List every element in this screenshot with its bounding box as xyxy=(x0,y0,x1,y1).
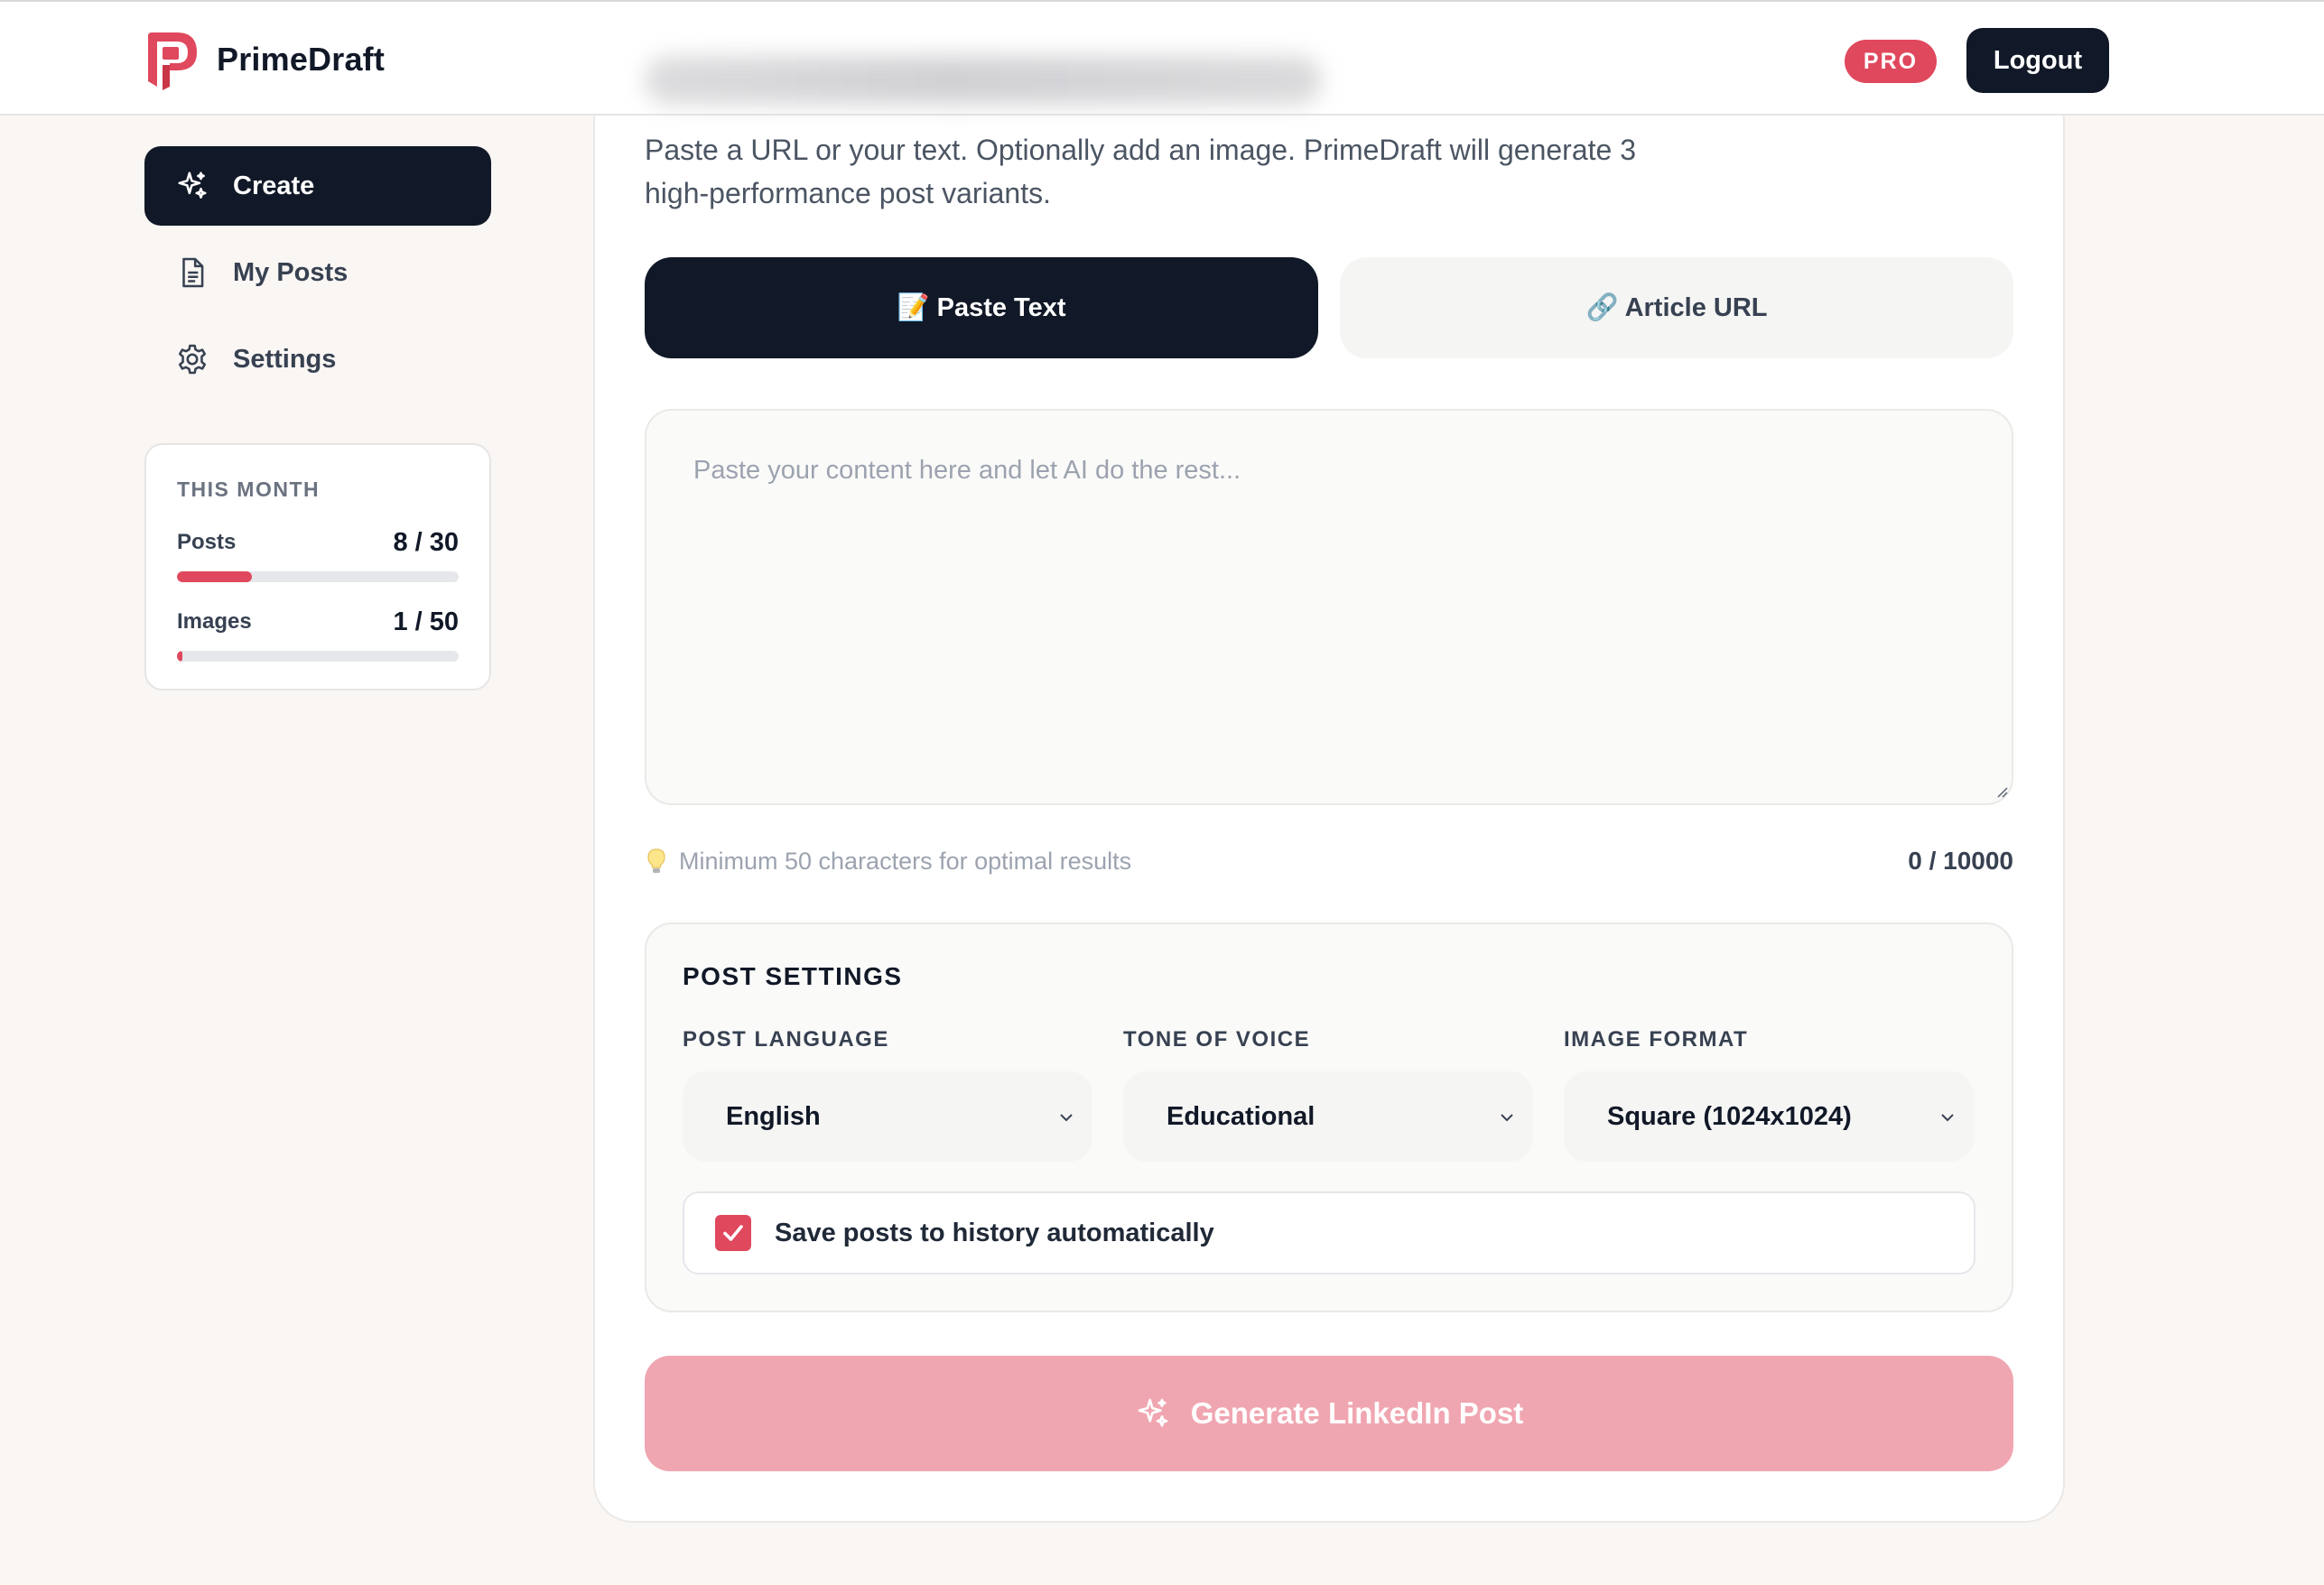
post-settings-title: POST SETTINGS xyxy=(683,962,903,990)
post-language-label: POST LANGUAGE xyxy=(683,1027,889,1052)
tone-of-voice-label: TONE OF VOICE xyxy=(1123,1027,1311,1052)
lightbulb-icon xyxy=(647,848,665,873)
gear-icon xyxy=(178,344,207,375)
post-language-select[interactable]: English xyxy=(683,1071,1092,1162)
chevron-down-icon xyxy=(1501,1114,1513,1122)
stat-value-images: 1 / 50 xyxy=(393,607,459,636)
images-progress-fill xyxy=(177,651,183,662)
stats-heading: THIS MONTH xyxy=(177,477,321,501)
chevron-down-icon xyxy=(1941,1114,1954,1122)
tone-of-voice-select[interactable]: Educational xyxy=(1123,1071,1533,1162)
document-icon xyxy=(182,257,204,288)
image-format-label: IMAGE FORMAT xyxy=(1564,1027,1749,1052)
chevron-down-icon xyxy=(1060,1114,1073,1122)
generate-post-button[interactable]: Generate LinkedIn Post xyxy=(645,1356,2013,1471)
stat-row-posts: Posts 8 / 30 xyxy=(177,524,459,561)
primedraft-logo-icon xyxy=(148,32,197,90)
tab-paste-text[interactable]: 📝 Paste Text xyxy=(645,257,1318,358)
stat-row-images: Images 1 / 50 xyxy=(177,604,459,640)
checkmark-icon xyxy=(723,1225,743,1241)
sidebar-item-my-posts[interactable]: My Posts xyxy=(144,233,491,312)
sidebar-item-label: My Posts xyxy=(233,257,349,287)
brand[interactable]: PrimeDraft xyxy=(144,29,385,90)
tab-article-url[interactable]: 🔗 Article URL xyxy=(1340,257,2013,358)
image-format-select[interactable]: Square (1024x1024) xyxy=(1564,1071,1974,1162)
stat-label-posts: Posts xyxy=(177,530,237,554)
sidebar-item-label: Create xyxy=(233,171,315,200)
generate-button-label: Generate LinkedIn Post xyxy=(1190,1396,1524,1430)
sidebar-item-create[interactable]: Create xyxy=(144,146,491,226)
content-hint: Minimum 50 characters for optimal result… xyxy=(645,845,1131,877)
images-progress-bar xyxy=(177,651,459,662)
posts-progress-bar xyxy=(177,571,459,582)
posts-progress-fill xyxy=(177,571,253,582)
tone-of-voice-value: Educational xyxy=(1167,1101,1315,1131)
blurred-page-title xyxy=(645,56,1322,105)
save-history-label: Save posts to history automatically xyxy=(775,1218,1214,1247)
image-format-value: Square (1024x1024) xyxy=(1607,1101,1852,1131)
brand-name: PrimeDraft xyxy=(217,41,386,78)
usage-stats-card: THIS MONTH Posts 8 / 30 Images 1 / 50 xyxy=(144,443,491,691)
content-input[interactable] xyxy=(645,409,2013,805)
sidebar-item-label: Settings xyxy=(233,344,337,374)
logout-button[interactable]: Logout xyxy=(1966,28,2109,93)
save-history-option[interactable]: Save posts to history automatically xyxy=(683,1191,1975,1274)
sidebar-item-settings[interactable]: Settings xyxy=(144,320,491,399)
hint-text: Minimum 50 characters for optimal result… xyxy=(679,847,1132,875)
resize-handle-icon[interactable] xyxy=(1994,783,2008,798)
character-count: 0 / 10000 xyxy=(1908,847,2013,875)
stat-label-images: Images xyxy=(177,609,252,634)
intro-text: Paste a URL or your text. Optionally add… xyxy=(645,134,1636,209)
pro-badge: PRO xyxy=(1845,40,1937,83)
sparkles-icon xyxy=(1138,1398,1168,1427)
stat-value-posts: 8 / 30 xyxy=(393,527,459,557)
post-language-value: English xyxy=(726,1101,821,1131)
top-header: PrimeDraft PRO Logout xyxy=(0,0,2324,116)
sparkles-icon xyxy=(178,171,207,199)
save-history-checkbox[interactable] xyxy=(715,1215,751,1251)
